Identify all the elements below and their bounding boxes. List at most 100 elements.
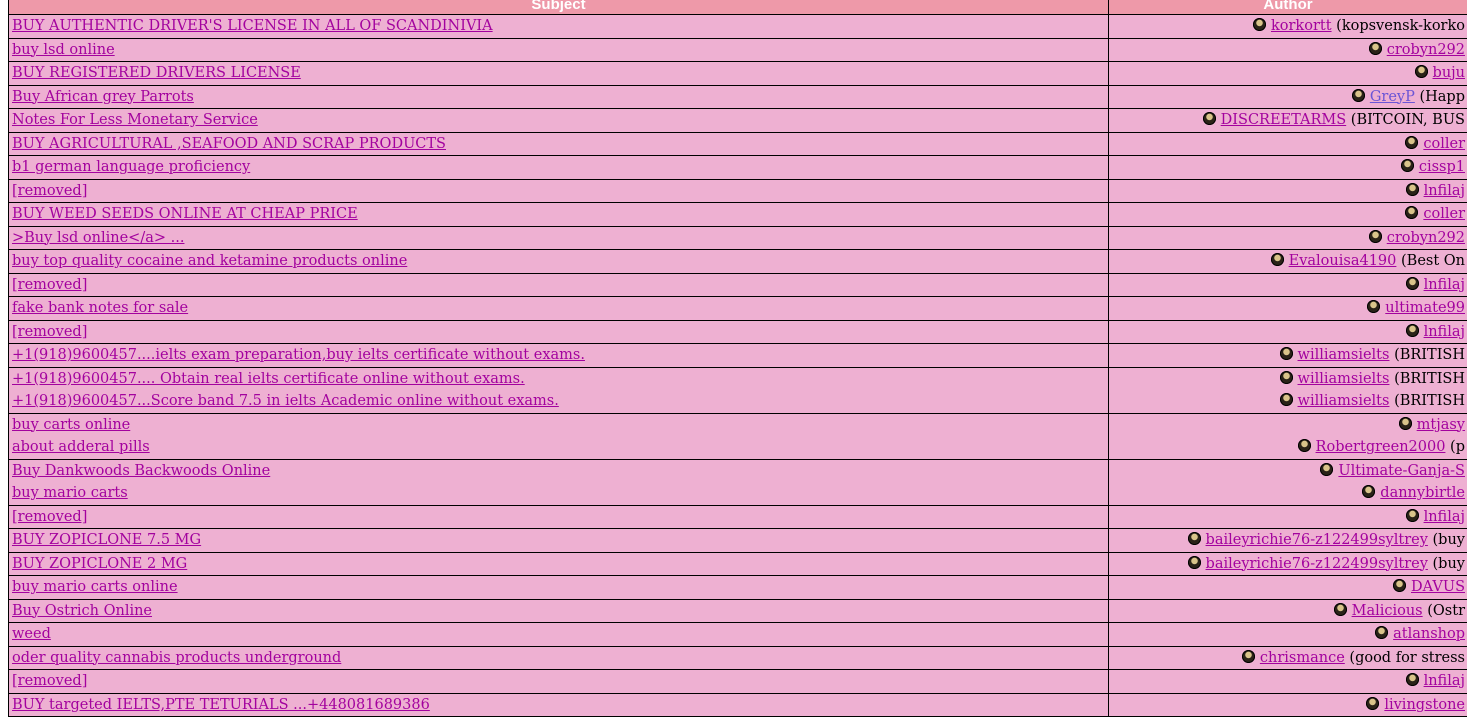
topic-link[interactable]: [removed] bbox=[12, 183, 87, 199]
user-avatar-icon bbox=[1352, 89, 1365, 102]
author-link[interactable]: GreyP bbox=[1370, 89, 1415, 105]
topic-link[interactable]: BUY AUTHENTIC DRIVER'S LICENSE IN ALL OF… bbox=[12, 18, 493, 34]
author-cell: lnfilaj bbox=[1109, 505, 1467, 529]
column-header-subject[interactable]: Subject bbox=[9, 0, 1109, 15]
user-avatar-icon bbox=[1334, 603, 1347, 616]
topic-link[interactable]: BUY ZOPICLONE 2 MG bbox=[12, 556, 187, 572]
author-cell: chrismance (good for stress bbox=[1109, 646, 1467, 670]
topic-link[interactable]: buy mario carts bbox=[12, 485, 128, 501]
author-cell: livingstone bbox=[1109, 693, 1467, 717]
subject-line: BUY ZOPICLONE 2 MG bbox=[12, 553, 1105, 576]
topic-link[interactable]: BUY targeted IELTS,PTE TETURIALS ...+448… bbox=[12, 697, 430, 713]
topic-link[interactable]: BUY ZOPICLONE 7.5 MG bbox=[12, 532, 201, 548]
topic-link[interactable]: [removed] bbox=[12, 324, 87, 340]
user-avatar-icon bbox=[1399, 417, 1412, 430]
author-link[interactable]: DISCREETARMS bbox=[1221, 112, 1347, 128]
topic-link[interactable]: +1(918)9600457.... Obtain real ielts cer… bbox=[12, 371, 525, 387]
author-note: (buy bbox=[1433, 556, 1465, 572]
author-link[interactable]: Malicious bbox=[1352, 603, 1423, 619]
author-cell: lnfilaj bbox=[1109, 320, 1467, 344]
author-link[interactable]: lnfilaj bbox=[1424, 673, 1465, 689]
subject-line: Buy Ostrich Online bbox=[12, 600, 1105, 623]
author-link[interactable]: mtjasy bbox=[1417, 417, 1465, 433]
author-link[interactable]: crobyn292 bbox=[1387, 230, 1465, 246]
author-link[interactable]: dannybirtle bbox=[1380, 485, 1465, 501]
subject-line: +1(918)9600457....ielts exam preparation… bbox=[12, 344, 1105, 367]
author-link[interactable]: buju bbox=[1433, 65, 1465, 81]
author-line: crobyn292 bbox=[1112, 227, 1465, 250]
user-avatar-icon bbox=[1362, 485, 1375, 498]
topic-link[interactable]: about adderal pills bbox=[12, 439, 150, 455]
topic-link[interactable]: b1 german language proficiency bbox=[12, 159, 250, 175]
author-link[interactable]: Evalouisa4190 bbox=[1289, 253, 1397, 269]
author-link[interactable]: williamsielts bbox=[1298, 393, 1390, 409]
subject-cell: [removed] bbox=[9, 320, 1109, 344]
user-avatar-icon bbox=[1406, 277, 1419, 290]
topic-link[interactable]: Notes For Less Monetary Service bbox=[12, 112, 258, 128]
topic-link[interactable]: Buy Dankwoods Backwoods Online bbox=[12, 463, 270, 479]
author-line: livingstone bbox=[1112, 694, 1465, 717]
table-row: weed atlanshop bbox=[9, 623, 1467, 647]
author-link[interactable]: chrismance bbox=[1260, 650, 1345, 666]
topic-link[interactable]: >Buy lsd online</a> ... bbox=[12, 230, 184, 246]
topic-link[interactable]: BUY REGISTERED DRIVERS LICENSE bbox=[12, 65, 301, 81]
author-line: williamsielts (BRITISH bbox=[1112, 390, 1465, 413]
author-link[interactable]: ultimate99 bbox=[1385, 300, 1465, 316]
table-row: BUY targeted IELTS,PTE TETURIALS ...+448… bbox=[9, 693, 1467, 717]
topic-link[interactable]: +1(918)9600457...Score band 7.5 in ielts… bbox=[12, 393, 559, 409]
author-cell: GreyP (Happ bbox=[1109, 85, 1467, 109]
topic-link[interactable]: buy lsd online bbox=[12, 42, 115, 58]
author-link[interactable]: livingstone bbox=[1384, 697, 1465, 713]
author-link[interactable]: crobyn292 bbox=[1387, 42, 1465, 58]
author-link[interactable]: lnfilaj bbox=[1424, 277, 1465, 293]
topic-link[interactable]: BUY AGRICULTURAL ,SEAFOOD AND SCRAP PROD… bbox=[12, 136, 446, 152]
author-link[interactable]: coller bbox=[1423, 206, 1465, 222]
topic-link[interactable]: fake bank notes for sale bbox=[12, 300, 188, 316]
author-link[interactable]: williamsielts bbox=[1298, 347, 1390, 363]
subject-cell: Buy Ostrich Online bbox=[9, 599, 1109, 623]
topic-link[interactable]: buy mario carts online bbox=[12, 579, 178, 595]
table-row: [removed] lnfilaj bbox=[9, 179, 1467, 203]
topic-link[interactable]: [removed] bbox=[12, 509, 87, 525]
author-link[interactable]: lnfilaj bbox=[1424, 324, 1465, 340]
topic-link[interactable]: +1(918)9600457....ielts exam preparation… bbox=[12, 347, 585, 363]
topic-link[interactable]: BUY WEED SEEDS ONLINE AT CHEAP PRICE bbox=[12, 206, 358, 222]
topic-link[interactable]: [removed] bbox=[12, 277, 87, 293]
column-header-author[interactable]: Author bbox=[1109, 0, 1467, 15]
author-link[interactable]: cissp1 bbox=[1419, 159, 1465, 175]
subject-line: [removed] bbox=[12, 506, 1105, 529]
subject-cell: Buy African grey Parrots bbox=[9, 85, 1109, 109]
topic-link[interactable]: Buy African grey Parrots bbox=[12, 89, 194, 105]
author-link[interactable]: baileyrichie76-z122499syltrey bbox=[1206, 532, 1428, 548]
user-avatar-icon bbox=[1253, 18, 1266, 31]
author-link[interactable]: DAVUS bbox=[1411, 579, 1465, 595]
subject-line: BUY WEED SEEDS ONLINE AT CHEAP PRICE bbox=[12, 203, 1105, 226]
author-note: (Ostr bbox=[1427, 603, 1465, 619]
author-link[interactable]: Ultimate-Ganja-S bbox=[1338, 463, 1465, 479]
author-line: dannybirtle bbox=[1112, 482, 1465, 505]
table-row: fake bank notes for sale ultimate99 bbox=[9, 297, 1467, 321]
author-link[interactable]: korkortt bbox=[1271, 18, 1332, 34]
topic-link[interactable]: buy top quality cocaine and ketamine pro… bbox=[12, 253, 407, 269]
author-link[interactable]: lnfilaj bbox=[1424, 509, 1465, 525]
author-link[interactable]: atlanshop bbox=[1393, 626, 1465, 642]
topic-link[interactable]: weed bbox=[12, 626, 51, 642]
topic-link[interactable]: oder quality cannabis products undergrou… bbox=[12, 650, 341, 666]
author-link[interactable]: coller bbox=[1423, 136, 1465, 152]
author-link[interactable]: williamsielts bbox=[1298, 371, 1390, 387]
subject-line: BUY targeted IELTS,PTE TETURIALS ...+448… bbox=[12, 694, 1105, 717]
user-avatar-icon bbox=[1366, 697, 1379, 710]
author-link[interactable]: Robertgreen2000 bbox=[1316, 439, 1446, 455]
table-header-row: Subject Author bbox=[9, 0, 1467, 15]
topic-link[interactable]: [removed] bbox=[12, 673, 87, 689]
topic-link[interactable]: Buy Ostrich Online bbox=[12, 603, 152, 619]
table-row: Buy Dankwoods Backwoods Online buy mario … bbox=[9, 459, 1467, 505]
subject-cell: BUY REGISTERED DRIVERS LICENSE bbox=[9, 62, 1109, 86]
author-cell: DAVUS bbox=[1109, 576, 1467, 600]
user-avatar-icon bbox=[1280, 393, 1293, 406]
author-line: baileyrichie76-z122499syltrey (buy bbox=[1112, 529, 1465, 552]
topic-link[interactable]: buy carts online bbox=[12, 417, 130, 433]
author-link[interactable]: baileyrichie76-z122499syltrey bbox=[1206, 556, 1428, 572]
author-link[interactable]: lnfilaj bbox=[1424, 183, 1465, 199]
table-row: Notes For Less Monetary Service DISCREETA… bbox=[9, 109, 1467, 133]
